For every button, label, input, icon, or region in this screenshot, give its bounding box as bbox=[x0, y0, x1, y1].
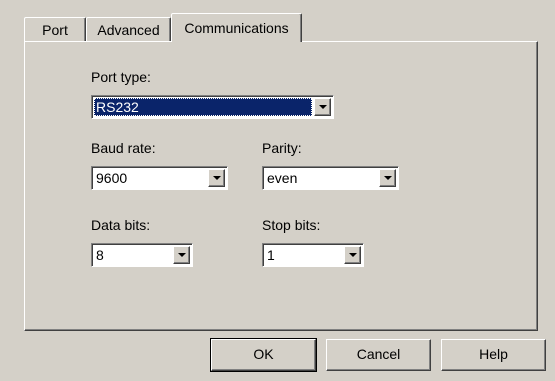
parity-select[interactable]: even bbox=[262, 166, 399, 190]
chevron-down-icon bbox=[318, 105, 327, 109]
tab-advanced[interactable]: Advanced bbox=[86, 17, 171, 41]
data-bits-select[interactable]: 8 bbox=[91, 243, 193, 267]
data-bits-label: Data bits: bbox=[91, 217, 151, 233]
parity-dropdown-button[interactable] bbox=[379, 169, 396, 187]
chevron-down-icon bbox=[177, 253, 186, 257]
port-type-label: Port type: bbox=[91, 69, 151, 85]
baud-rate-dropdown-button[interactable] bbox=[208, 169, 225, 187]
ok-button[interactable]: OK bbox=[210, 338, 317, 372]
port-type-value: RS232 bbox=[94, 98, 312, 116]
baud-rate-value: 9600 bbox=[96, 170, 128, 186]
stop-bits-dropdown-button[interactable] bbox=[344, 246, 361, 264]
chevron-down-icon bbox=[212, 176, 221, 180]
parity-label: Parity: bbox=[262, 140, 302, 156]
stop-bits-value: 1 bbox=[267, 247, 275, 263]
port-type-dropdown-button[interactable] bbox=[314, 98, 331, 116]
chevron-down-icon bbox=[348, 253, 357, 257]
chevron-down-icon bbox=[383, 176, 392, 180]
tab-port[interactable]: Port bbox=[24, 17, 86, 41]
stop-bits-select[interactable]: 1 bbox=[262, 243, 364, 267]
baud-rate-label: Baud rate: bbox=[91, 140, 156, 156]
cancel-button[interactable]: Cancel bbox=[326, 339, 431, 371]
data-bits-value: 8 bbox=[96, 247, 104, 263]
parity-value: even bbox=[267, 170, 298, 186]
stop-bits-label: Stop bits: bbox=[262, 217, 321, 233]
baud-rate-select[interactable]: 9600 bbox=[91, 166, 228, 190]
tab-communications[interactable]: Communications bbox=[171, 13, 302, 42]
port-settings-dialog: Port Advanced Communications Port type: … bbox=[0, 0, 555, 381]
port-type-select[interactable]: RS232 bbox=[91, 95, 334, 119]
data-bits-dropdown-button[interactable] bbox=[173, 246, 190, 264]
communications-tab-panel: Port type: RS232 Baud rate: 9600 Parity:… bbox=[24, 41, 538, 331]
help-button[interactable]: Help bbox=[441, 339, 546, 371]
